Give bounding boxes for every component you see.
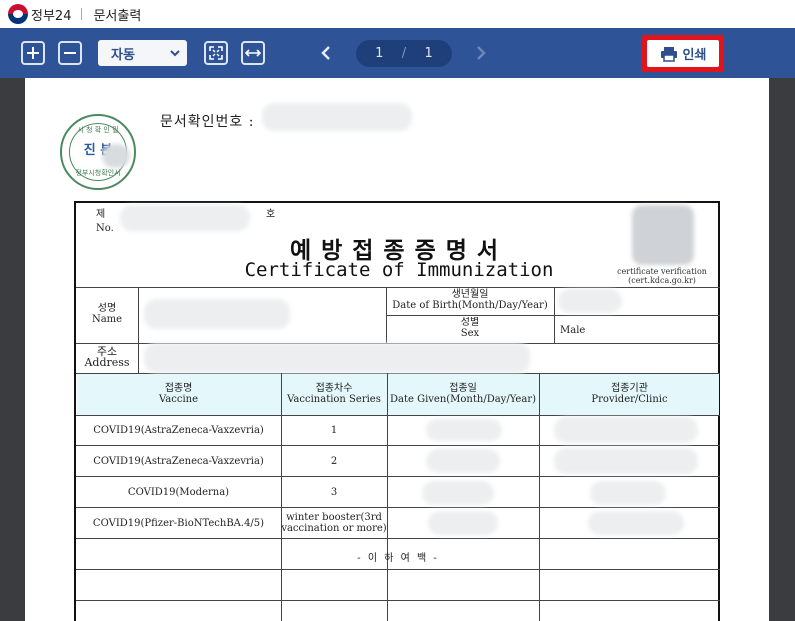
doc-check-label: 문서확인번호 : (160, 114, 255, 130)
site-name: 정부24 (31, 8, 72, 24)
total-pages: 1 (424, 46, 433, 61)
table-cell-series: 1 (330, 425, 338, 436)
dob-redacted (558, 289, 622, 313)
dob-label: 생년월일 Date of Birth(Month/Day/Year) (392, 289, 548, 311)
next-page-button[interactable] (471, 41, 491, 65)
chevron-down-icon (170, 50, 180, 57)
zoom-in-button[interactable] (21, 41, 45, 65)
address-redacted (144, 343, 530, 373)
address-label: 주소 Address (84, 345, 130, 369)
certificate-table: 제 No. 호 예방접종증명서 Certificate of Immunizat… (74, 201, 720, 621)
date-redacted (426, 419, 502, 441)
printer-icon (660, 46, 677, 62)
page-indicator: 1 / 1 (356, 40, 452, 67)
col-series-header: 접종차수 Vaccination Series (287, 383, 381, 405)
cert-no-suffix: 호 (266, 209, 276, 220)
zoom-select[interactable]: 자동 (98, 40, 187, 66)
document-page: 시 청 확 인 필 진 본 정부시청확인서 문서확인번호 : 제 No. 호 예… (25, 78, 769, 621)
fit-width-icon (245, 49, 261, 57)
table-row: COVID19(Moderna) (127, 487, 230, 498)
current-page-input[interactable]: 1 (375, 46, 383, 61)
table-row: COVID19(AstraZeneca-Vaxzevria) (93, 425, 264, 436)
col-vaccine-header: 접종명 Vaccine (158, 383, 199, 405)
fit-width-button[interactable] (241, 41, 265, 65)
page-separator: / (401, 46, 407, 61)
sex-label: 성별 Sex (460, 317, 480, 339)
zoom-out-button[interactable] (58, 41, 82, 65)
cert-no-label-ko: 제 (96, 209, 106, 220)
page-title: 문서출력 (93, 8, 142, 24)
doc-check-number-redacted (262, 103, 412, 131)
verify-line2: (cert.kdca.go.kr) (628, 276, 696, 285)
col-date-header: 접종일 Date Given(Month/Day/Year) (389, 383, 536, 405)
table-cell-series: winter booster(3rd vaccination or more) (281, 512, 387, 534)
gov-taegeuk-logo-icon (8, 4, 28, 24)
chevron-left-icon (321, 46, 330, 60)
fit-page-icon (209, 46, 223, 60)
date-redacted (422, 481, 494, 505)
seal-top-text: 시 청 확 인 필 (77, 126, 119, 134)
provider-redacted (590, 481, 666, 505)
seal-bottom-text: 정부시청확인서 (75, 169, 121, 177)
table-row: COVID19(Pfizer-BioNTechBA.4/5) (92, 518, 265, 529)
table-cell-series: 2 (330, 456, 338, 467)
provider-redacted (588, 511, 684, 535)
chevron-right-icon (477, 46, 486, 60)
date-redacted (428, 511, 498, 535)
title-bar: 정부24 문서출력 (0, 0, 795, 28)
zoom-select-value: 자동 (111, 47, 135, 63)
verify-text: certificate verification (cert.kdca.go.k… (604, 267, 720, 285)
title-separator (81, 8, 83, 20)
table-row: COVID19(AstraZeneca-Vaxzevria) (93, 456, 264, 467)
print-label: 인쇄 (682, 48, 707, 63)
viewer-left-margin (0, 78, 25, 621)
provider-redacted (554, 417, 698, 443)
plus-box-icon (27, 47, 39, 59)
document-viewer[interactable]: 시 청 확 인 필 진 본 정부시청확인서 문서확인번호 : 제 No. 호 예… (0, 78, 795, 621)
date-redacted (426, 449, 500, 473)
sex-value: Male (560, 325, 586, 336)
name-redacted (144, 299, 290, 329)
authenticity-seal-icon: 시 청 확 인 필 진 본 정부시청확인서 (60, 114, 136, 190)
viewer-toolbar: 자동 1 / 1 인쇄 (0, 28, 795, 78)
minus-box-icon (64, 52, 76, 54)
fit-page-button[interactable] (204, 41, 228, 65)
provider-redacted (554, 448, 698, 474)
col-provider-header: 접종기관 Provider/Clinic (591, 383, 668, 405)
prev-page-button[interactable] (316, 41, 336, 65)
qr-code-redacted (632, 205, 694, 265)
end-mark: - 이 하 여 백 - (357, 553, 439, 564)
cert-number-redacted (120, 205, 250, 231)
print-button[interactable]: 인쇄 (642, 35, 724, 72)
table-cell-series: 3 (330, 487, 338, 498)
viewer-right-margin (769, 78, 795, 621)
name-label: 성명 Name (91, 303, 123, 325)
verify-line1: certificate verification (617, 267, 707, 276)
